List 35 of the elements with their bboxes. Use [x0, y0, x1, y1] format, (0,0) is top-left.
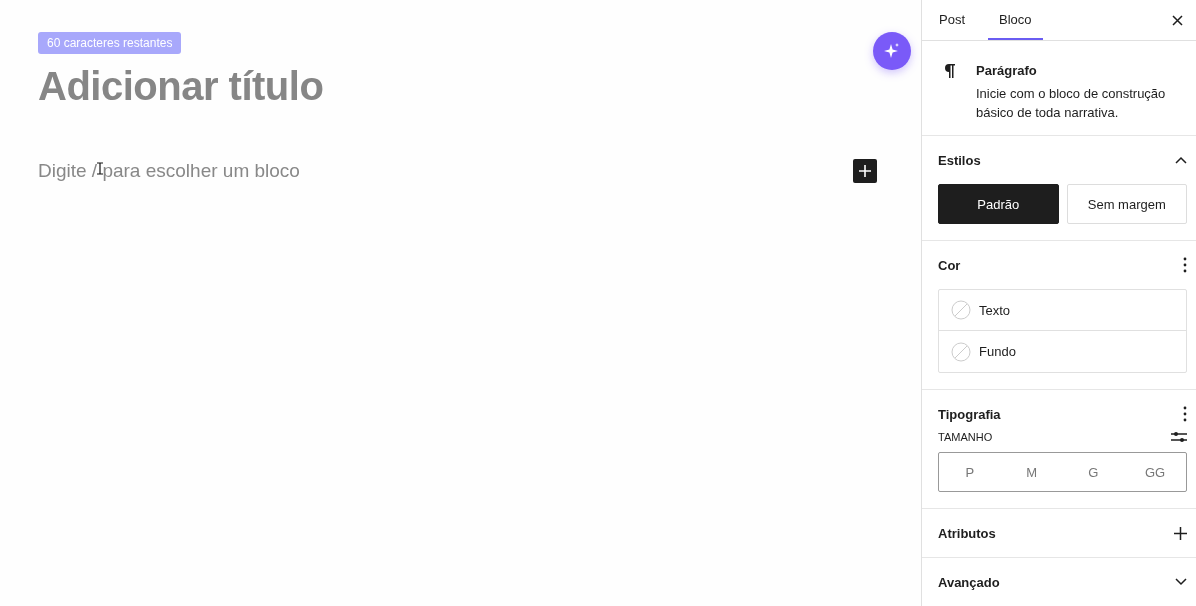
- sidebar-tab[interactable]: Post: [928, 0, 976, 40]
- no-color-swatch-icon: [951, 300, 971, 320]
- plus-icon[interactable]: [1174, 526, 1187, 540]
- add-block-button[interactable]: [853, 159, 877, 183]
- title-field[interactable]: Adicionar título: [38, 64, 921, 109]
- font-size-option[interactable]: GG: [1124, 453, 1186, 491]
- character-count-badge: 60 caracteres restantes: [38, 32, 182, 54]
- ai-assistant-button[interactable]: [873, 32, 911, 70]
- block-description: Inicie com o bloco de construção básico de toda narrativa.: [976, 85, 1167, 122]
- plus-icon: [859, 165, 871, 177]
- panel-title[interactable]: Tipografia: [938, 406, 1001, 422]
- color-setting-item[interactable]: Fundo: [939, 331, 1186, 372]
- block-name: Parágrafo: [976, 63, 1038, 78]
- panel-title[interactable]: Atributos: [938, 525, 996, 541]
- font-size-option[interactable]: M: [1000, 453, 1063, 491]
- sidebar-tab[interactable]: Bloco: [988, 0, 1043, 40]
- panel-title[interactable]: Estilos: [938, 152, 981, 168]
- panel-title[interactable]: Avançado: [938, 574, 1000, 590]
- more-options-icon[interactable]: [1183, 257, 1187, 273]
- font-size-option[interactable]: P: [939, 453, 1001, 491]
- chevron-down-icon[interactable]: [1175, 578, 1187, 586]
- chevron-up-icon[interactable]: [1175, 156, 1187, 164]
- panel-title[interactable]: Cor: [938, 257, 961, 273]
- size-label: TAMANHO: [938, 431, 993, 443]
- more-options-icon[interactable]: [1183, 406, 1187, 422]
- close-icon: [1172, 14, 1183, 26]
- font-size-option[interactable]: G: [1062, 453, 1125, 491]
- paragraph-field[interactable]: Digite / para escolher um bloco: [38, 160, 300, 182]
- no-color-swatch-icon: [951, 341, 971, 362]
- paragraph-icon: [944, 63, 956, 79]
- style-option-button[interactable]: Sem margem: [1066, 184, 1187, 224]
- color-setting-item[interactable]: Texto: [939, 290, 1186, 331]
- sliders-icon[interactable]: [1171, 430, 1187, 444]
- style-option-button[interactable]: Padrão: [938, 184, 1059, 224]
- text-cursor-icon: [96, 162, 104, 175]
